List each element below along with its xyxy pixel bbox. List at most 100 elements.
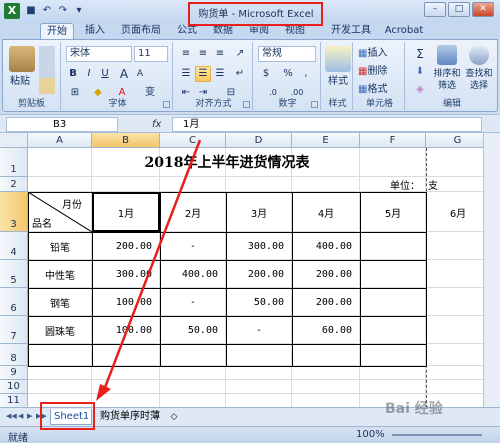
- number-format-select[interactable]: 常规: [258, 46, 316, 62]
- column-header-a[interactable]: A: [28, 133, 92, 148]
- row-header-7[interactable]: 7: [0, 316, 28, 344]
- corner-header-item[interactable]: 品名: [32, 215, 52, 230]
- italic-button[interactable]: I: [82, 66, 96, 82]
- zoom-level[interactable]: 100%: [356, 429, 385, 440]
- next-sheet-icon[interactable]: ▶: [27, 412, 32, 420]
- percent-button[interactable]: %: [281, 66, 295, 82]
- unit-value[interactable]: 支: [428, 177, 448, 192]
- item-name-cell[interactable]: 钢笔: [28, 288, 92, 316]
- value-cell[interactable]: 50.00: [160, 316, 226, 344]
- customize-quick-access-icon[interactable]: ▾: [72, 4, 86, 18]
- month-header-cell[interactable]: 5月: [360, 192, 426, 232]
- maximize-button[interactable]: □: [448, 2, 470, 17]
- month-header-cell[interactable]: 4月: [292, 192, 360, 232]
- font-size-select[interactable]: 11: [134, 46, 168, 62]
- tab-home[interactable]: 开始: [40, 23, 74, 39]
- value-cell[interactable]: 300.00: [226, 232, 292, 260]
- row-header-5[interactable]: 5: [0, 260, 28, 288]
- undo-icon[interactable]: ↶: [40, 4, 54, 18]
- row-header-6[interactable]: 6: [0, 288, 28, 316]
- font-dialog-launcher-icon[interactable]: [163, 101, 170, 108]
- sort-filter-button[interactable]: 排序和 筛选: [431, 67, 463, 93]
- delete-cells-button[interactable]: ▦删除: [357, 64, 403, 80]
- wrap-text-icon[interactable]: ↵: [232, 66, 248, 82]
- styles-icon[interactable]: [325, 46, 351, 72]
- font-name-select[interactable]: 宋体: [66, 46, 132, 62]
- month-header-cell[interactable]: 3月: [226, 192, 292, 232]
- value-cell[interactable]: 200.00: [292, 260, 360, 288]
- value-cell[interactable]: 50.00: [226, 288, 292, 316]
- row-header-2[interactable]: 2: [0, 177, 28, 192]
- insert-function-icon[interactable]: fx: [152, 117, 168, 132]
- number-dialog-launcher-icon[interactable]: [311, 101, 318, 108]
- align-center-icon[interactable]: ☰: [195, 66, 211, 82]
- item-name-cell[interactable]: 圆珠笔: [28, 316, 92, 344]
- value-cell[interactable]: [360, 288, 426, 316]
- paste-button[interactable]: 粘贴: [5, 74, 35, 90]
- row-header-1[interactable]: 1: [0, 148, 28, 177]
- save-icon[interactable]: ■: [24, 4, 38, 18]
- select-all-corner[interactable]: [0, 133, 28, 148]
- copy-icon[interactable]: [39, 62, 55, 78]
- tab-acrobat[interactable]: Acrobat: [382, 23, 426, 39]
- tab-insert[interactable]: 插入: [80, 23, 110, 39]
- first-sheet-icon[interactable]: ◀◀: [6, 412, 17, 420]
- find-select-icon[interactable]: [469, 45, 489, 65]
- value-cell[interactable]: [426, 232, 490, 260]
- find-select-button[interactable]: 查找和 选择: [463, 67, 495, 93]
- unit-label[interactable]: 单位：: [390, 177, 430, 192]
- row-header-9[interactable]: 9: [0, 366, 28, 380]
- item-name-cell[interactable]: 铅笔: [28, 232, 92, 260]
- align-left-icon[interactable]: ☰: [178, 66, 194, 82]
- vertical-scrollbar[interactable]: [483, 133, 500, 407]
- sort-filter-icon[interactable]: [437, 45, 457, 65]
- close-button[interactable]: ✕: [472, 2, 494, 17]
- formula-input[interactable]: 1月: [172, 117, 482, 132]
- month-header-cell[interactable]: 2月: [160, 192, 226, 232]
- alignment-dialog-launcher-icon[interactable]: [243, 101, 250, 108]
- paste-icon[interactable]: [9, 46, 35, 72]
- value-cell[interactable]: 200.00: [226, 260, 292, 288]
- grow-font-button[interactable]: A: [117, 66, 131, 82]
- tab-developer[interactable]: 开发工具: [326, 23, 376, 39]
- value-cell[interactable]: -: [160, 288, 226, 316]
- redo-icon[interactable]: ↷: [56, 4, 70, 18]
- insert-cells-button[interactable]: ▦插入: [357, 46, 403, 62]
- column-header-b[interactable]: B: [92, 133, 160, 148]
- row-header-3[interactable]: 3: [0, 192, 28, 232]
- value-cell[interactable]: -: [160, 232, 226, 260]
- corner-header-month[interactable]: 月份: [62, 196, 82, 211]
- styles-button[interactable]: 样式: [323, 74, 353, 90]
- value-cell[interactable]: 200.00: [92, 232, 160, 260]
- column-header-g[interactable]: G: [426, 133, 490, 148]
- value-cell[interactable]: [426, 260, 490, 288]
- item-name-cell[interactable]: 中性笔: [28, 260, 92, 288]
- tab-page-layout[interactable]: 页面布局: [116, 23, 166, 39]
- orientation-icon[interactable]: ↗: [232, 46, 248, 62]
- row-header-11[interactable]: 11: [0, 394, 28, 407]
- value-cell[interactable]: [426, 288, 490, 316]
- bold-button[interactable]: B: [66, 66, 80, 82]
- column-header-f[interactable]: F: [360, 133, 426, 148]
- value-cell[interactable]: -: [226, 316, 292, 344]
- sheet-tab-purchase-journal[interactable]: 购货单序时薄: [96, 409, 164, 425]
- align-middle-icon[interactable]: ≡: [195, 46, 211, 62]
- comma-button[interactable]: ,: [299, 66, 313, 82]
- column-header-c[interactable]: C: [160, 133, 226, 148]
- worksheet-grid[interactable]: ABCDEFG 12345678910111213 2018年上半年进货情况表 …: [0, 133, 500, 407]
- value-cell[interactable]: [360, 260, 426, 288]
- underline-button[interactable]: U: [98, 66, 112, 82]
- value-cell[interactable]: 400.00: [292, 232, 360, 260]
- prev-sheet-icon[interactable]: ◀: [18, 412, 23, 420]
- currency-button[interactable]: $: [258, 66, 274, 82]
- minimize-button[interactable]: –: [424, 2, 446, 17]
- autosum-button[interactable]: Σ: [411, 46, 429, 62]
- value-cell[interactable]: 100.00: [92, 288, 160, 316]
- value-cell[interactable]: [360, 316, 426, 344]
- value-cell[interactable]: 300.00: [92, 260, 160, 288]
- value-cell[interactable]: [360, 232, 426, 260]
- sheet-title[interactable]: 2018年上半年进货情况表: [28, 148, 426, 177]
- align-right-icon[interactable]: ☰: [212, 66, 228, 82]
- value-cell[interactable]: [426, 316, 490, 344]
- excel-app-icon[interactable]: X: [4, 3, 20, 19]
